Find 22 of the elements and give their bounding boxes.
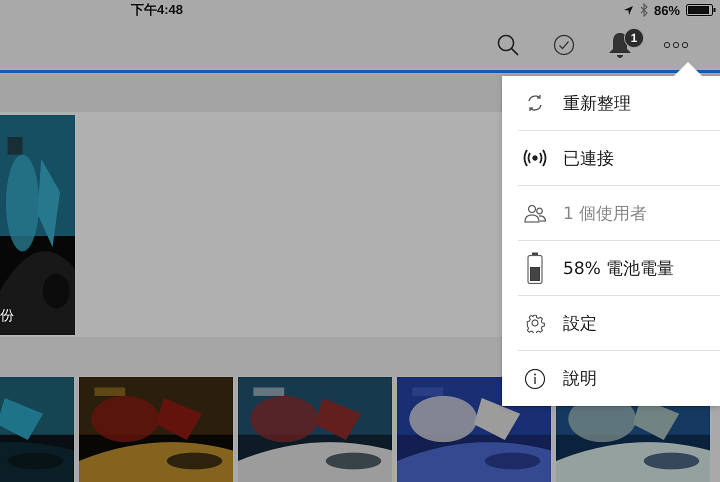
settings-icon (525, 313, 545, 333)
notification-badge: 1 (624, 28, 644, 48)
battery-icon (686, 4, 716, 16)
menu-item[interactable]: 58% 電池電量 (518, 241, 720, 296)
battery-icon (527, 252, 543, 284)
menu-item[interactable]: 說明 (518, 351, 720, 406)
location-icon (622, 4, 634, 16)
ellipsis-icon (663, 41, 689, 49)
notifications-button[interactable]: 1 (592, 25, 648, 65)
menu-item[interactable]: 設定 (518, 296, 720, 351)
menu-item[interactable]: 重新整理 (518, 76, 720, 131)
bell-icon (607, 31, 633, 59)
menu-item[interactable]: 已連接 (518, 131, 720, 186)
info-icon (524, 368, 546, 390)
photo-caption: 份 (0, 307, 14, 325)
search-icon (496, 33, 520, 57)
users-icon (523, 203, 547, 223)
broadcast-icon (523, 149, 547, 167)
battery-percent: 86% (654, 2, 680, 18)
bluetooth-icon (640, 3, 648, 17)
status-time: 下午4:48 (131, 1, 184, 19)
checkmark-icon (553, 34, 575, 56)
